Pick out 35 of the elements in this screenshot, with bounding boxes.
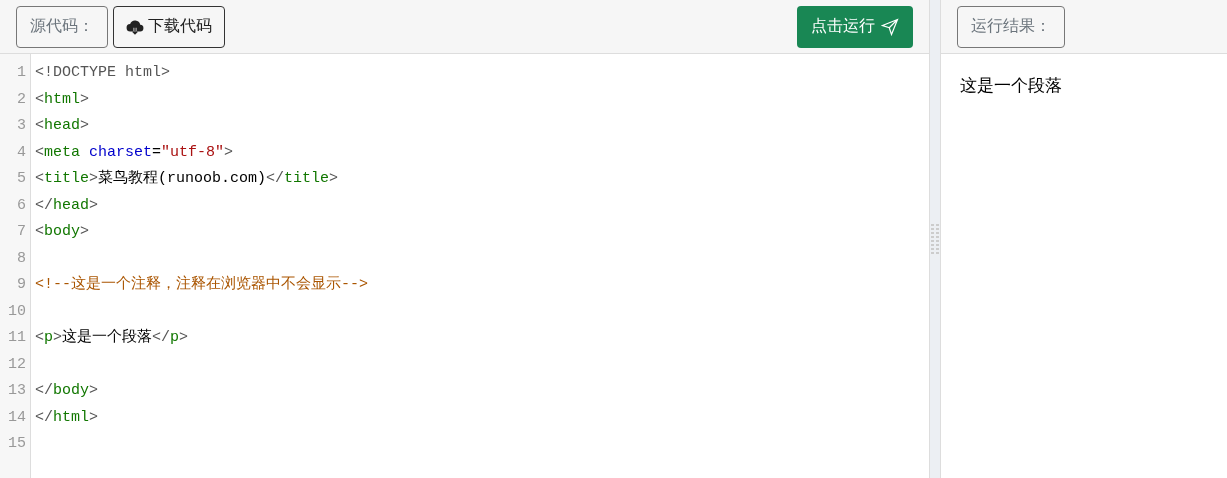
line-number: 2 bbox=[16, 89, 27, 110]
line-number: 12 bbox=[7, 354, 27, 375]
code-line: <head> bbox=[35, 116, 91, 136]
code-line: </html> bbox=[35, 407, 100, 428]
output-paragraph: 这是一个段落 bbox=[960, 76, 1062, 95]
code-line: <!--这是一个注释，注释在浏览器中不会显示--> bbox=[35, 274, 369, 295]
grip-icon bbox=[931, 223, 939, 255]
line-number: 15 bbox=[7, 434, 27, 454]
run-button[interactable]: 点击运行 bbox=[797, 5, 913, 48]
code-line: </body> bbox=[35, 381, 100, 401]
line-number: 10 bbox=[7, 301, 27, 322]
result-label: 运行结果： bbox=[957, 5, 1065, 48]
code-line: <p>这是一个段落</p> bbox=[35, 327, 190, 348]
line-number: 11 bbox=[7, 328, 27, 348]
download-button[interactable]: 下载代码 bbox=[113, 5, 225, 48]
code-line: <title>菜鸟教程(runoob.com)</title> bbox=[35, 168, 340, 189]
line-number: 7 bbox=[16, 222, 27, 242]
code-line: <!DOCTYPE html> bbox=[35, 63, 172, 83]
resize-handle[interactable] bbox=[929, 0, 941, 478]
line-number: 1 bbox=[16, 63, 27, 83]
line-number: 14 bbox=[7, 407, 27, 428]
send-icon bbox=[881, 17, 899, 36]
code-line: <meta charset="utf-8"> bbox=[35, 142, 235, 163]
line-number: 6 bbox=[16, 195, 27, 216]
code-line: </head> bbox=[35, 195, 100, 216]
cloud-download-icon bbox=[126, 17, 144, 36]
line-number: 8 bbox=[16, 248, 27, 269]
code-line: <body> bbox=[35, 222, 91, 242]
source-code-label: 源代码： bbox=[16, 5, 108, 48]
code-line: <html> bbox=[35, 89, 91, 110]
line-number: 3 bbox=[16, 116, 27, 136]
line-number: 5 bbox=[16, 169, 27, 189]
line-number: 13 bbox=[7, 381, 27, 401]
line-number: 9 bbox=[16, 275, 27, 295]
line-number: 4 bbox=[16, 142, 27, 163]
